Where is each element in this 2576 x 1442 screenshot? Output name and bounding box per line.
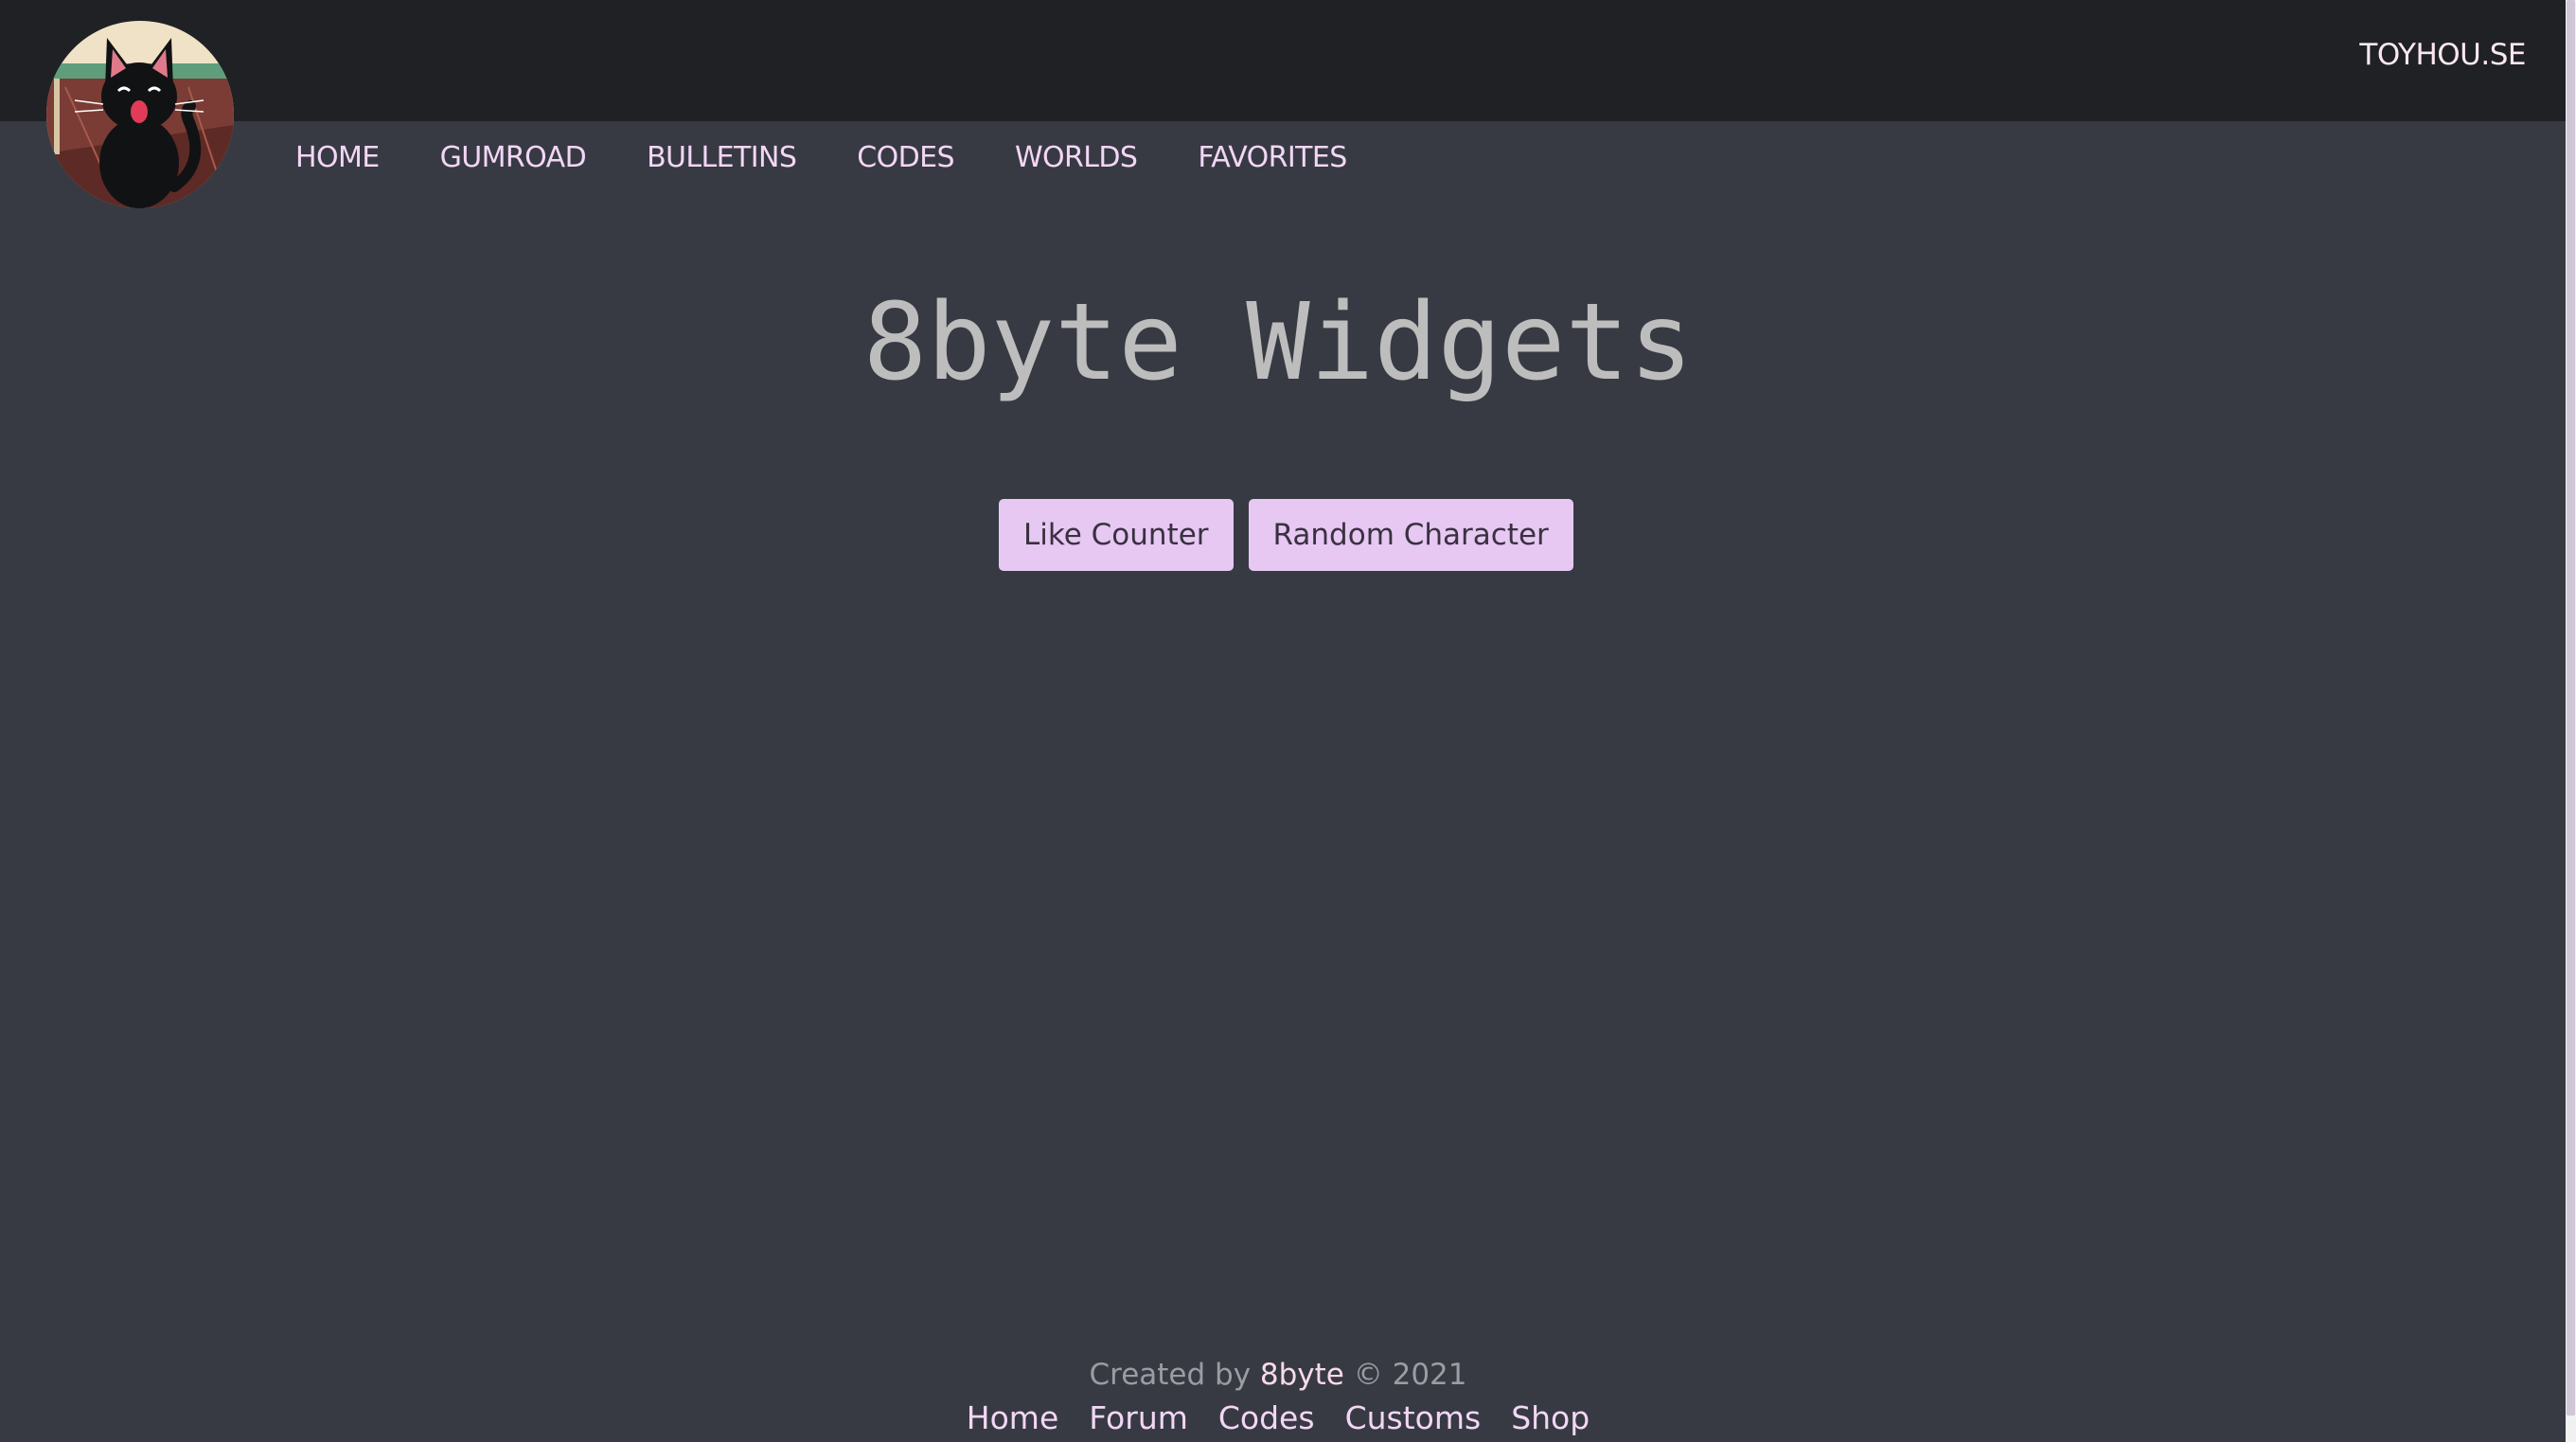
black-cat-avatar-icon[interactable] [46,21,234,208]
footer-credit: Created by 8byte © 2021 [0,1354,2556,1396]
random-character-button[interactable]: Random Character [1248,499,1573,571]
copyright-text: © 2021 [1353,1358,1467,1392]
main-nav: HOME GUMROAD BULLETINS CODES WORLDS FAVO… [295,138,1408,176]
footer-link-forum[interactable]: Forum [1089,1397,1188,1439]
footer: Created by 8byte © 2021 Home Forum Codes… [0,1354,2556,1439]
like-counter-button[interactable]: Like Counter [999,499,1234,571]
scrollbar[interactable] [2566,0,2576,1442]
footer-link-codes[interactable]: Codes [1218,1397,1315,1439]
footer-links: Home Forum Codes Customs Shop [0,1397,2556,1439]
top-bar: TOYHOU.SE [0,0,2566,121]
footer-link-customs[interactable]: Customs [1345,1397,1482,1439]
footer-link-shop[interactable]: Shop [1511,1397,1590,1439]
page-title: 8byte Widgets [862,281,1694,404]
nav-item-gumroad[interactable]: GUMROAD [440,141,587,174]
cat-illustration [46,21,234,208]
nav-item-home[interactable]: HOME [295,141,380,174]
author-link[interactable]: 8byte [1260,1358,1344,1392]
scrollbar-thumb[interactable] [2567,0,2575,1415]
toyhouse-link[interactable]: TOYHOU.SE [2359,38,2526,72]
nav-item-bulletins[interactable]: BULLETINS [647,141,797,174]
nav-item-favorites[interactable]: FAVORITES [1198,141,1347,174]
credit-prefix: Created by [1089,1358,1252,1392]
widget-button-group: Like Counter Random Character [999,499,1589,571]
nav-item-worlds[interactable]: WORLDS [1015,141,1138,174]
nav-item-codes[interactable]: CODES [857,141,954,174]
footer-link-home[interactable]: Home [967,1397,1058,1439]
